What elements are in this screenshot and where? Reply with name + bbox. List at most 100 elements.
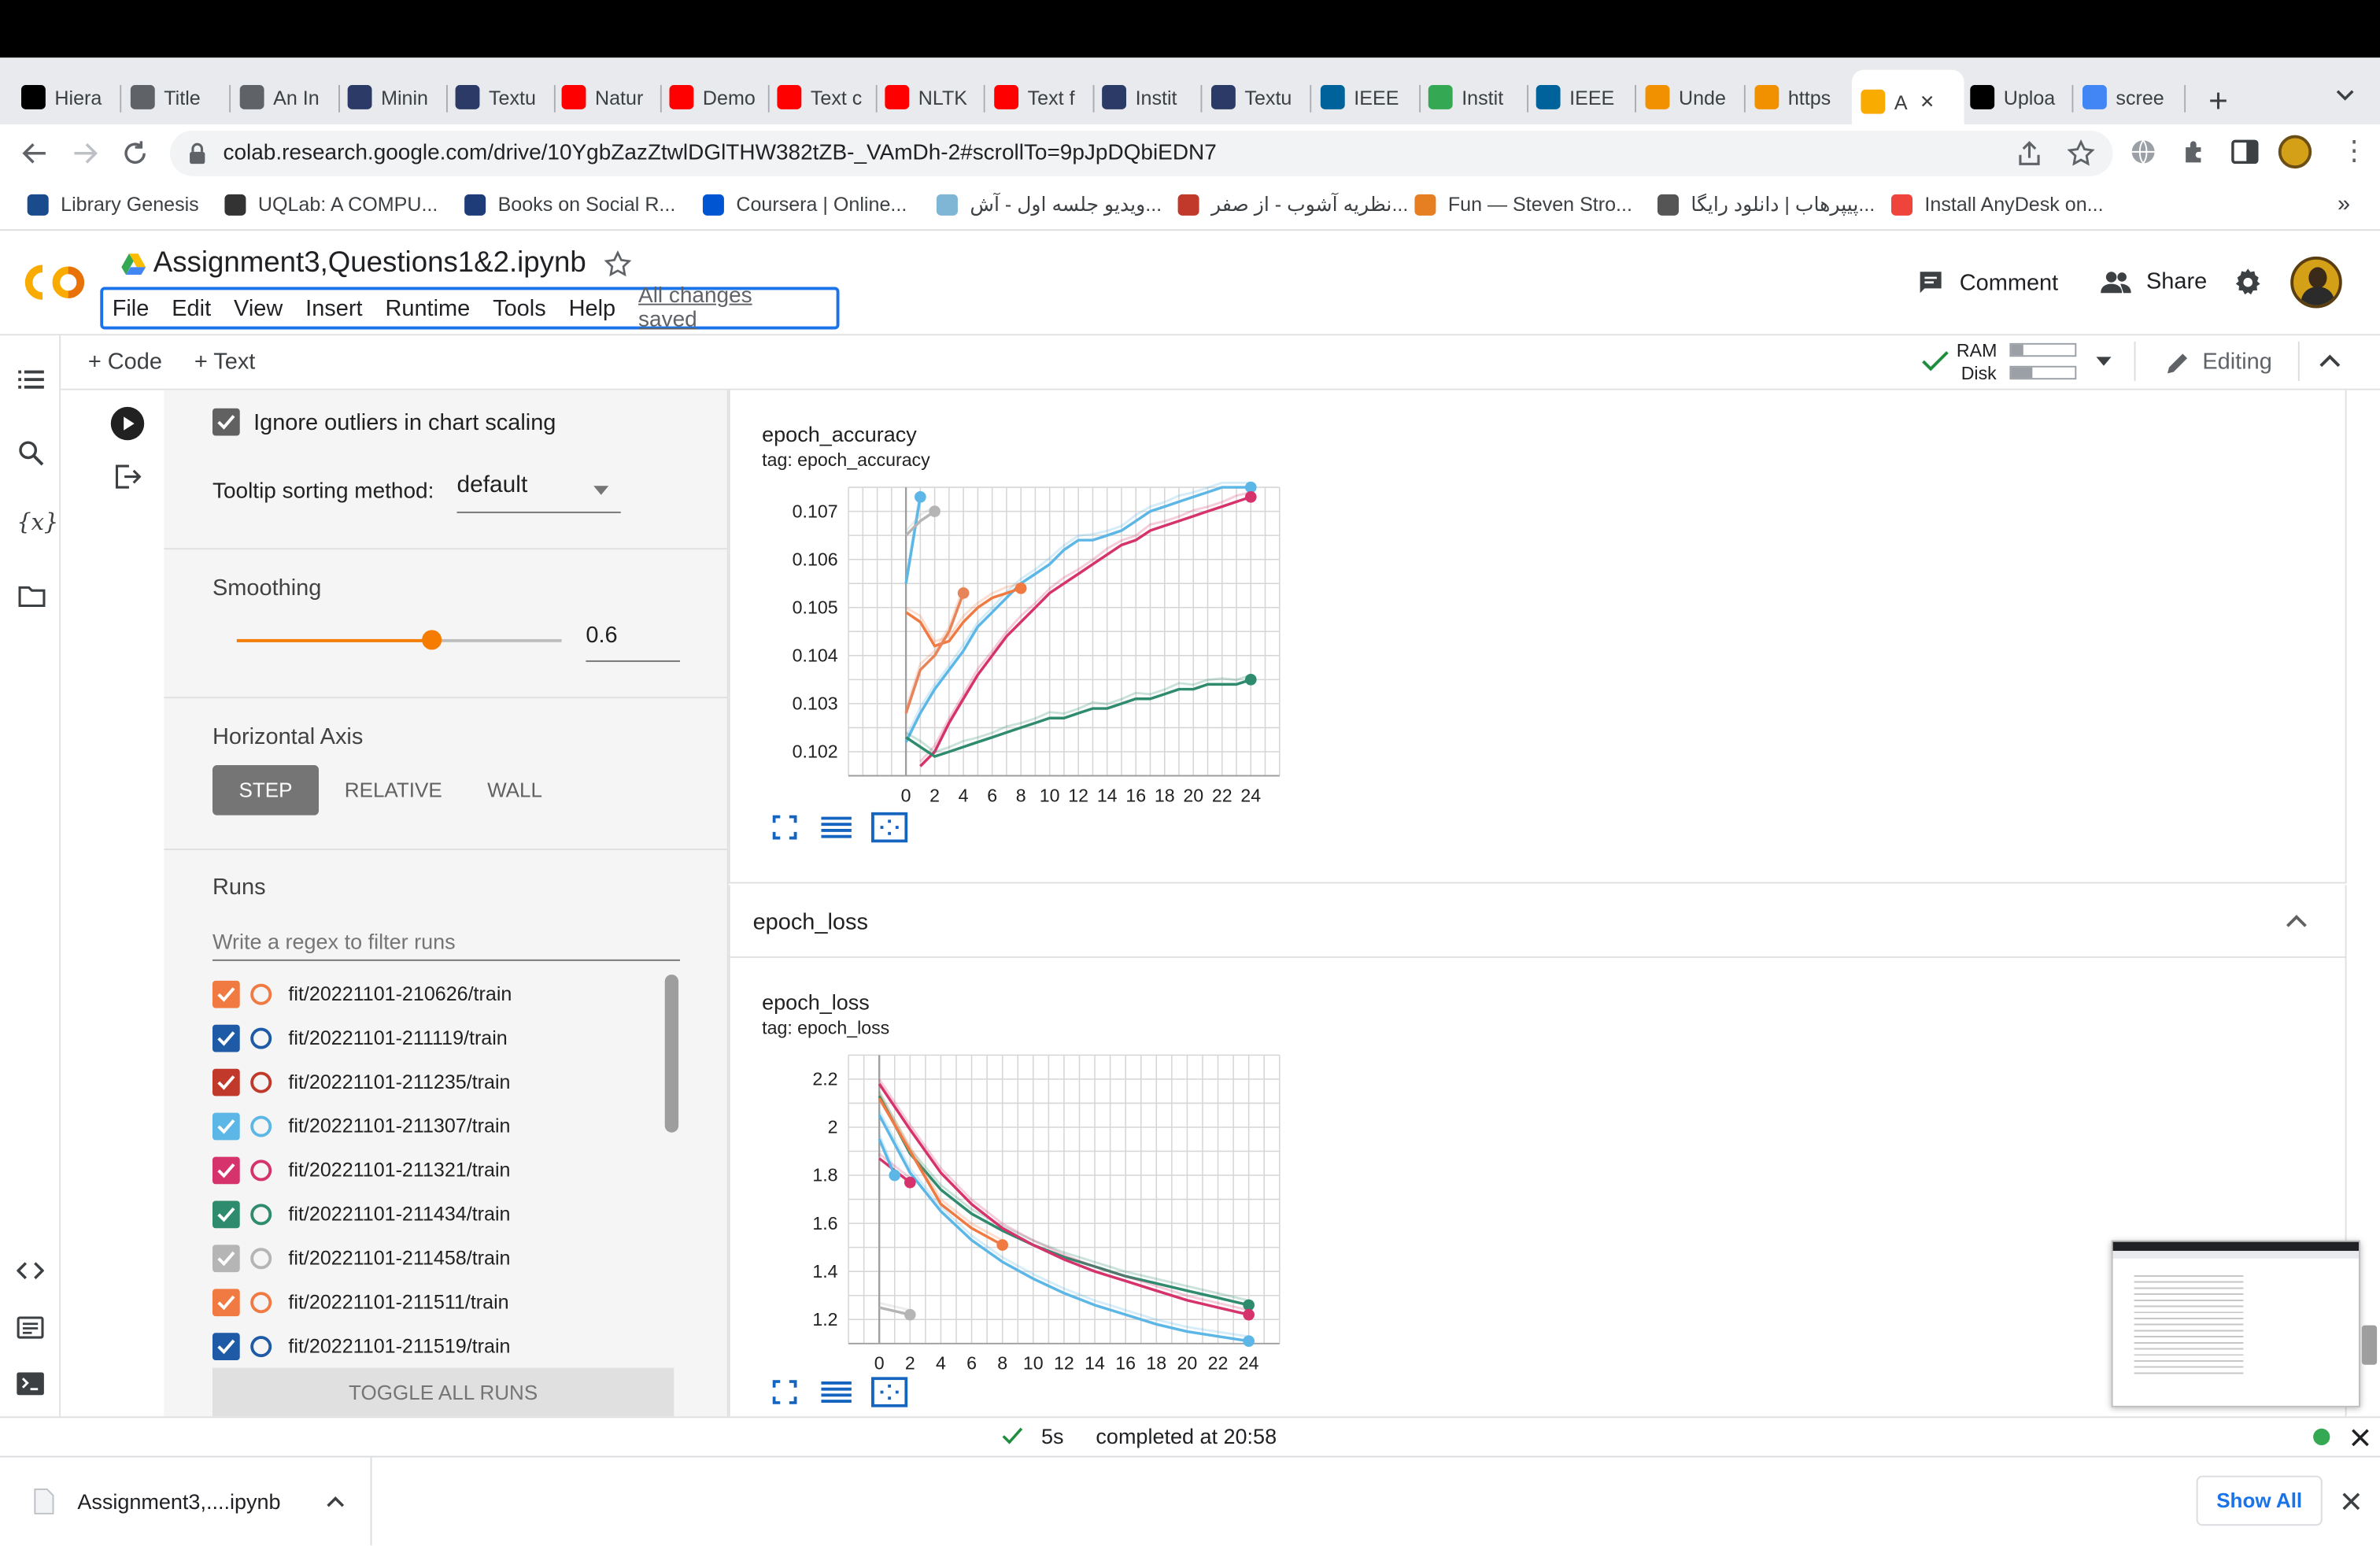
tab-search-chevron-icon[interactable] [2334,85,2356,114]
browser-tab[interactable]: Textu [1202,70,1312,124]
run-row[interactable]: fit/20221101-211434/train [212,1192,510,1236]
lock-icon[interactable] [188,142,206,165]
run-checkbox[interactable] [212,1288,240,1316]
smoothing-value-input[interactable]: 0.6 [586,623,680,662]
vpn-globe-icon[interactable] [2130,138,2157,165]
profile-avatar[interactable] [2278,135,2312,169]
browser-tab[interactable]: Instit [1419,70,1529,124]
bookmark-item[interactable]: Fun — Steven Stro... [1414,193,1632,216]
axis-relative-button[interactable]: RELATIVE [345,779,442,801]
show-all-downloads-button[interactable]: Show All [2196,1475,2323,1526]
run-checkbox[interactable] [212,1111,240,1140]
run-color-swatch[interactable] [250,1335,272,1357]
search-icon[interactable] [18,440,44,466]
run-row[interactable]: fit/20221101-211235/train [212,1060,510,1104]
browser-tab[interactable]: Demo [660,70,770,124]
user-avatar[interactable] [2290,256,2342,309]
run-checkbox[interactable] [212,1244,240,1272]
resources-dropdown-icon[interactable] [2096,357,2112,366]
loss-section-header[interactable]: epoch_loss [728,885,2347,958]
toggle-all-runs-button[interactable]: TOGGLE ALL RUNS [212,1367,674,1417]
url-text[interactable]: colab.research.google.com/drive/10YgbZaz… [223,141,1216,165]
bookmark-item[interactable]: پیپرهاب | دانلود رایگا... [1657,193,1875,217]
bookmark-item[interactable]: Install AnyDesk on... [1890,193,2104,216]
run-checkbox[interactable] [212,1332,240,1360]
address-bar[interactable]: colab.research.google.com/drive/10YgbZaz… [169,130,2113,176]
menu-runtime[interactable]: Runtime [385,295,470,321]
bookmark-item[interactable]: Books on Social R... [464,193,675,216]
new-tab-plus-icon[interactable]: + [2208,82,2228,121]
settings-gear-icon[interactable] [2233,267,2264,298]
run-checkbox[interactable] [212,1023,240,1052]
run-row[interactable]: fit/20221101-211511/train [212,1280,509,1324]
browser-menu-kebab-icon[interactable]: ⋮ [2341,137,2368,165]
run-color-swatch[interactable] [250,1291,272,1313]
download-item[interactable]: Assignment3,....ipynb [0,1457,372,1546]
menu-view[interactable]: View [234,295,283,321]
browser-tab[interactable]: Uploa [1961,70,2074,124]
browser-tab[interactable]: scree [2073,70,2186,124]
ram-usage-bar[interactable] [2009,342,2077,357]
browser-tab[interactable]: NLTK [876,70,985,124]
run-row[interactable]: fit/20221101-211307/train [212,1104,510,1148]
browser-tab[interactable]: IEEE [1527,70,1636,124]
browser-tab[interactable]: Text f [985,70,1095,124]
runs-filter-input[interactable] [212,921,680,961]
browser-tab[interactable]: Instit [1093,70,1203,124]
add-code-button[interactable]: + Code [88,350,162,375]
collapse-section-chevron-icon[interactable] [2286,914,2307,927]
accuracy-chart[interactable]: 0 2 4 6 8 10 12 14 16 18 20 22 240.1020.1030.1040.10… [760,475,1292,809]
browser-tab[interactable]: Unde [1636,70,1746,124]
fullscreen-icon[interactable] [772,1380,797,1404]
run-row[interactable]: fit/20221101-211119/train [212,1015,508,1060]
run-color-swatch[interactable] [250,1071,272,1093]
add-text-button[interactable]: + Text [194,350,255,375]
tooltip-sorting-select[interactable]: default [456,472,621,513]
extensions-puzzle-icon[interactable] [2181,138,2208,165]
run-row[interactable]: fit/20221101-211321/train [212,1148,510,1192]
run-checkbox[interactable] [212,979,240,1008]
bookmark-item[interactable]: UQLab: A COMPU... [224,193,438,216]
more-bookmarks-icon[interactable]: » [2338,191,2350,217]
run-color-swatch[interactable] [250,1026,272,1049]
smoothing-slider-track[interactable] [236,630,562,650]
run-row[interactable]: fit/20221101-211458/train [212,1236,510,1280]
run-checkbox[interactable] [212,1200,240,1228]
data-table-icon[interactable] [821,1380,852,1404]
close-downloads-icon[interactable] [2342,1492,2360,1511]
fit-domain-icon[interactable] [870,1377,908,1407]
browser-tab[interactable]: IEEE [1311,70,1421,124]
bookmark-item[interactable]: Library Genesis [27,193,199,216]
run-row[interactable]: fit/20221101-211519/train [212,1324,510,1368]
run-color-swatch[interactable] [250,1203,272,1225]
page-scrollbar-thumb[interactable] [2361,1325,2378,1365]
disk-usage-bar[interactable] [2009,365,2077,380]
bookmark-star-icon[interactable] [2067,139,2095,167]
axis-wall-button[interactable]: WALL [487,779,542,801]
browser-tab[interactable]: An In [231,70,340,124]
run-row[interactable]: fit/20221101-210626/train [212,971,512,1015]
menu-edit[interactable]: Edit [172,295,211,321]
menu-insert[interactable]: Insert [305,295,362,321]
fit-domain-icon[interactable] [870,812,908,843]
browser-tab[interactable]: Textu [446,70,556,124]
bookmark-item[interactable]: ویدیو جلسه اول - آش... [936,193,1162,217]
bookmark-item[interactable]: Coursera | Online... [702,193,907,216]
share-button[interactable]: Share [2101,268,2207,294]
command-palette-icon[interactable] [17,1316,44,1339]
run-color-swatch[interactable] [250,1159,272,1181]
fullscreen-icon[interactable] [772,815,797,840]
google-drive-icon[interactable] [121,253,146,276]
runs-scrollbar[interactable] [664,975,679,1133]
side-panel-icon[interactable] [2231,139,2259,165]
axis-step-button[interactable]: STEP [212,764,319,816]
variables-icon[interactable]: {x} [17,509,58,536]
editing-mode-button[interactable]: Editing [2166,350,2272,375]
reload-icon[interactable] [121,139,149,167]
run-color-swatch[interactable] [250,1115,272,1137]
share-page-icon[interactable] [2017,139,2042,167]
download-options-chevron-icon[interactable] [327,1496,345,1507]
forward-arrow-icon[interactable] [72,139,99,167]
loss-chart[interactable]: 0 2 4 6 8 10 12 14 16 18 20 22 241.21.41.61.822.2 [760,1043,1292,1377]
run-color-swatch[interactable] [250,1247,272,1269]
